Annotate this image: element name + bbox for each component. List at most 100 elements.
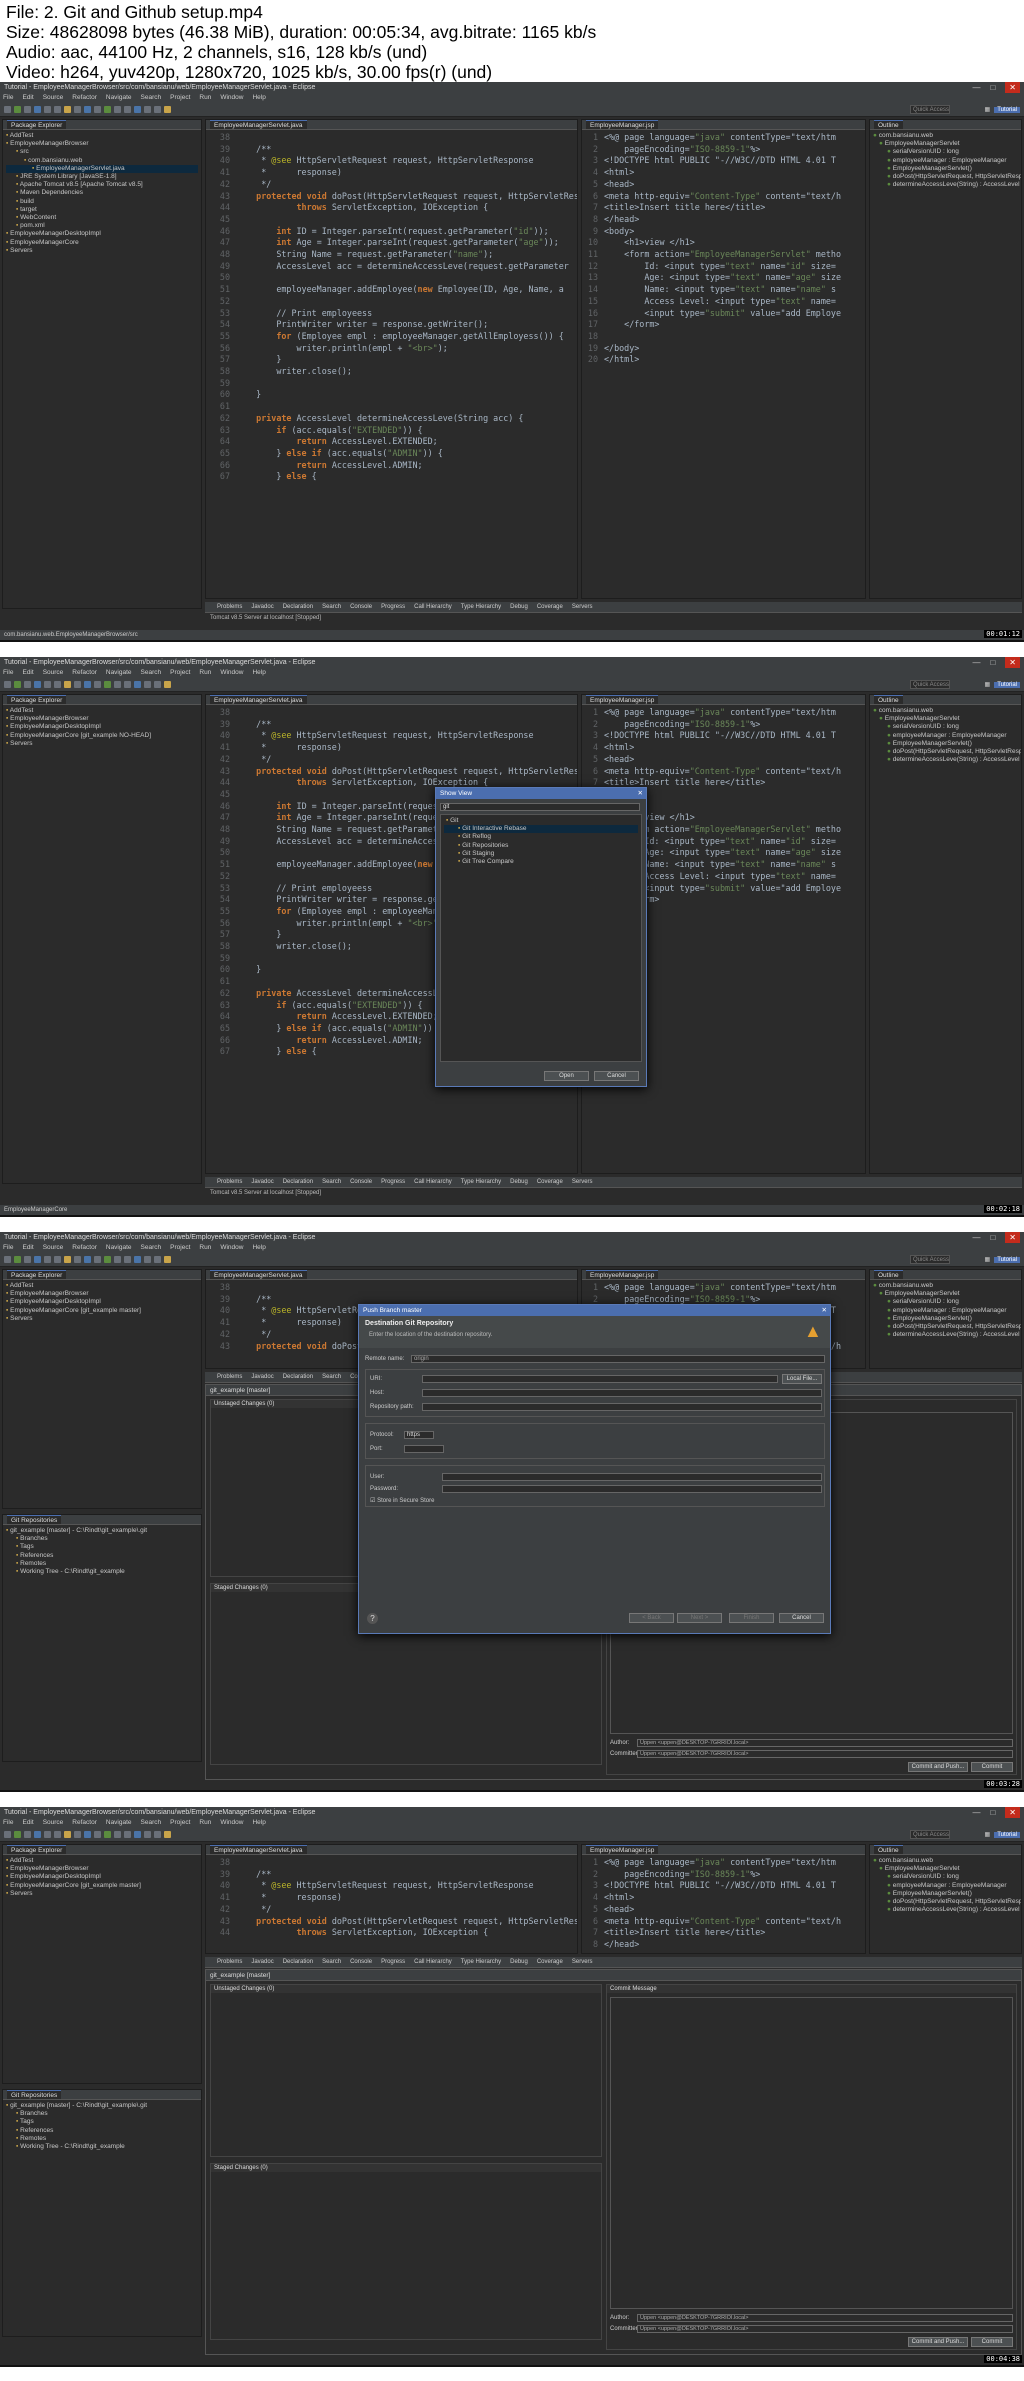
outline-item[interactable]: ● determineAccessLeve(String) : AccessLe… [873, 181, 1020, 189]
menu-item[interactable]: Window [220, 1818, 243, 1827]
toolbar-button-icon[interactable] [84, 1255, 91, 1263]
outline-item[interactable]: ● EmployeeManagerServlet() [873, 165, 1018, 173]
repo-tree-item[interactable]: ▪ References [6, 1552, 198, 1560]
open-perspective-icon[interactable]: ▦ [985, 681, 991, 688]
tab-package-explorer[interactable]: Package Explorer [7, 695, 67, 704]
menu-item[interactable]: File [3, 93, 13, 102]
remote-name-field[interactable]: origin [411, 1355, 825, 1363]
menu-item[interactable]: Run [199, 93, 211, 102]
menu-item[interactable]: Help [252, 1818, 265, 1827]
bottom-tab[interactable]: Search [322, 602, 341, 612]
minimize-icon[interactable]: — [972, 1232, 980, 1243]
tree-item[interactable]: ▪ EmployeeManagerDesktopImpl [6, 230, 198, 238]
menu-item[interactable]: Refactor [72, 1818, 97, 1827]
commit-and-push-button[interactable]: Commit and Push... [908, 1762, 968, 1772]
toolbar-button-icon[interactable] [154, 105, 161, 113]
bottom-tab[interactable]: Type Hierarchy [461, 1957, 501, 1967]
quick-access-input[interactable]: Quick Access [910, 105, 950, 114]
menu-item[interactable]: Run [199, 1818, 211, 1827]
toolbar-button-icon[interactable] [84, 105, 91, 113]
tree-item[interactable]: ▪ EmployeeManagerBrowser [6, 140, 198, 148]
perspective-tutorial[interactable]: Tutorial [994, 1831, 1020, 1838]
tree-item[interactable]: ▪ Maven Dependencies [6, 189, 198, 197]
tree-item[interactable]: ▪ pom.xml [6, 222, 198, 230]
repo-tree-item[interactable]: ▪ Working Tree - C:\Rindt\git_example [6, 1568, 198, 1576]
tree-item[interactable]: ▪ EmployeeManagerBrowser [6, 1290, 198, 1298]
maximize-icon[interactable]: □ [990, 657, 995, 668]
menu-item[interactable]: Source [43, 93, 64, 102]
tree-item[interactable]: ▪ AddTest [6, 1282, 198, 1290]
tree-item[interactable]: ▪ EmployeeManagerCore [git_example NO-HE… [6, 732, 198, 740]
jsp-code[interactable]: 1 <%@ page language="java" contentType="t… [582, 130, 865, 366]
bottom-tab[interactable]: Call Hierarchy [414, 1177, 452, 1187]
close-icon[interactable]: ✕ [1005, 657, 1020, 668]
tab-package-explorer[interactable]: Package Explorer [7, 1845, 67, 1854]
toolbar-button-icon[interactable] [4, 680, 11, 688]
outline-item[interactable]: ● com.bansianu.web [873, 1282, 1018, 1290]
toolbar-button-icon[interactable] [134, 680, 141, 688]
toolbar-button-icon[interactable] [124, 1830, 131, 1838]
committer-field[interactable]: Uppen <uppen@DESKTOP-7GRRIOI.local> [637, 1750, 1013, 1758]
bottom-tab[interactable]: Search [322, 1177, 341, 1187]
tree-item[interactable]: ▪ EmployeeManagerServlet.java [6, 164, 198, 174]
bottom-tab[interactable]: Console [350, 1957, 372, 1967]
toolbar-button-icon[interactable] [44, 1830, 51, 1838]
toolbar-button-icon[interactable] [14, 680, 21, 688]
bottom-tab[interactable]: Declaration [283, 1177, 313, 1187]
menu-item[interactable]: Run [199, 1243, 211, 1252]
local-file-button[interactable]: Local File... [782, 1374, 822, 1384]
host-field[interactable] [422, 1389, 822, 1397]
toolbar-button-icon[interactable] [34, 1255, 41, 1263]
open-button[interactable]: Open [544, 1071, 589, 1081]
menu-item[interactable]: Source [43, 668, 64, 677]
bottom-tab[interactable]: Coverage [537, 1957, 563, 1967]
toolbar-button-icon[interactable] [104, 680, 111, 688]
tab-package-explorer[interactable]: Package Explorer [7, 1270, 67, 1279]
tree-item[interactable]: ▪ EmployeeManagerDesktopImpl [6, 1298, 198, 1306]
bottom-tab[interactable]: Progress [381, 1177, 405, 1187]
tree-item[interactable]: ▪ Servers [6, 740, 198, 748]
bottom-tab[interactable]: Problems [217, 1957, 242, 1967]
toolbar-button-icon[interactable] [44, 105, 51, 113]
tab-employee-jsp[interactable]: EmployeeManager.jsp [586, 1270, 659, 1279]
toolbar-button-icon[interactable] [124, 1255, 131, 1263]
repo-tree-item[interactable]: ▪ git_example [master] - C:\Rindt\git_ex… [6, 2102, 198, 2110]
menu-item[interactable]: Edit [22, 668, 33, 677]
tree-item[interactable]: ▪ EmployeeManagerBrowser [6, 1865, 198, 1873]
menu-item[interactable]: Project [170, 1818, 190, 1827]
toolbar-button-icon[interactable] [44, 680, 51, 688]
tab-git-repositories[interactable]: Git Repositories [7, 1515, 62, 1524]
quick-access-input[interactable]: Quick Access [910, 680, 950, 689]
commit-and-push-button[interactable]: Commit and Push... [908, 2337, 968, 2347]
tree-item[interactable]: ▪ AddTest [6, 1857, 198, 1865]
cancel-button[interactable]: Cancel [594, 1071, 639, 1081]
outline-item[interactable]: ● doPost(HttpServletRequest, HttpServlet… [873, 748, 1021, 756]
toolbar-button-icon[interactable] [94, 1255, 101, 1263]
toolbar-button-icon[interactable] [54, 1255, 61, 1263]
menu-item[interactable]: File [3, 668, 13, 677]
toolbar-button-icon[interactable] [64, 680, 71, 688]
bottom-tab[interactable]: Debug [510, 602, 528, 612]
bottom-tab[interactable]: Call Hierarchy [414, 1957, 452, 1967]
java-code[interactable]: 3839 /**40 * @see HttpServletRequest req… [206, 1855, 577, 1939]
menu-item[interactable]: Project [170, 93, 190, 102]
outline-item[interactable]: ● com.bansianu.web [873, 132, 1018, 140]
toolbar-button-icon[interactable] [64, 1830, 71, 1838]
bottom-tab[interactable]: Progress [381, 1957, 405, 1967]
menu-item[interactable]: Window [220, 93, 243, 102]
perspective-tutorial[interactable]: Tutorial [994, 681, 1020, 688]
toolbar-button-icon[interactable] [164, 1255, 171, 1263]
bottom-tab[interactable]: Debug [510, 1177, 528, 1187]
toolbar-button-icon[interactable] [4, 105, 11, 113]
view-list-item[interactable]: ▪ Git [444, 817, 638, 825]
bottom-tab[interactable]: Javadoc [251, 602, 273, 612]
toolbar-button-icon[interactable] [164, 105, 171, 113]
tab-employee-jsp[interactable]: EmployeeManager.jsp [586, 1845, 659, 1854]
tree-item[interactable]: ▪ EmployeeManagerCore [git_example maste… [6, 1882, 198, 1890]
repo-path-field[interactable] [422, 1403, 822, 1411]
tree-item[interactable]: ▪ AddTest [6, 707, 198, 715]
toolbar-button-icon[interactable] [144, 1255, 151, 1263]
toolbar-button-icon[interactable] [134, 1255, 141, 1263]
bottom-tab[interactable]: Declaration [283, 602, 313, 612]
toolbar-button-icon[interactable] [104, 105, 111, 113]
